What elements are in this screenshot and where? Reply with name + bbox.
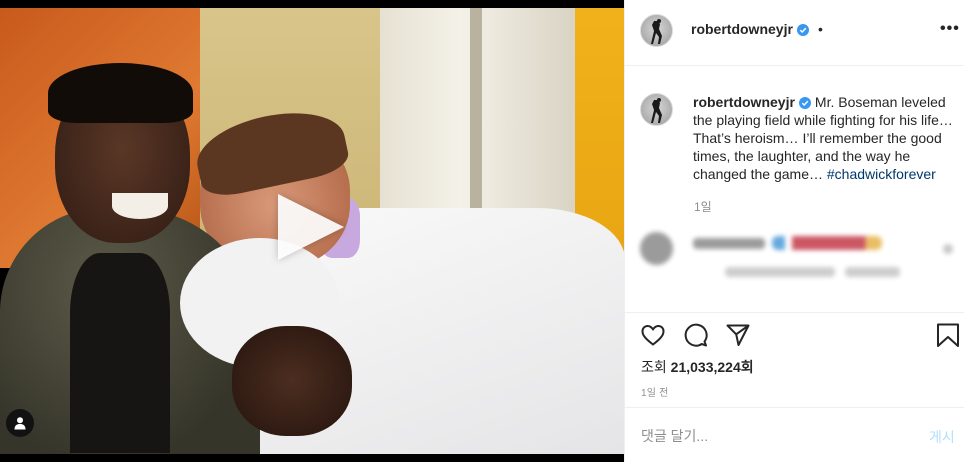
post-comment-button[interactable]: 게시: [929, 427, 955, 447]
post-side-panel: robertdowneyjr • ••• robertdowneyjr Mr. B…: [624, 0, 964, 462]
heart-icon[interactable]: [640, 322, 666, 348]
more-options-icon[interactable]: •••: [940, 20, 960, 38]
header-separator: •: [818, 21, 823, 37]
actions-divider: [625, 312, 964, 313]
views-number: 21,033,224회: [670, 359, 754, 375]
caption-hashtag[interactable]: #chadwickforever: [827, 166, 936, 182]
caption-timestamp[interactable]: 1일: [694, 198, 712, 215]
verified-badge-icon: [796, 24, 809, 36]
play-icon[interactable]: [278, 194, 344, 260]
username-label[interactable]: robertdowneyjr: [691, 21, 793, 37]
post-media[interactable]: [0, 0, 624, 462]
caption-avatar[interactable]: [640, 93, 673, 126]
user-tag-icon[interactable]: [6, 409, 34, 437]
post-timestamp[interactable]: 1일 전: [641, 384, 669, 399]
view-count[interactable]: 조회 21,033,224회: [641, 357, 754, 377]
comment-input[interactable]: [641, 426, 901, 446]
comment-bar: 게시: [625, 407, 964, 462]
caption-username[interactable]: robertdowneyjr: [693, 94, 795, 110]
verified-badge-icon: [798, 97, 811, 109]
header-username[interactable]: robertdowneyjr: [691, 21, 809, 37]
avatar[interactable]: [640, 14, 673, 47]
views-label: 조회: [641, 359, 667, 375]
bookmark-icon[interactable]: [935, 322, 961, 348]
share-icon[interactable]: [725, 322, 751, 348]
caption-text: robertdowneyjr Mr. Boseman leveled the pl…: [693, 93, 964, 183]
post-header: robertdowneyjr • •••: [625, 0, 964, 66]
blurred-comment: [640, 232, 953, 292]
comment-icon[interactable]: [683, 322, 709, 348]
